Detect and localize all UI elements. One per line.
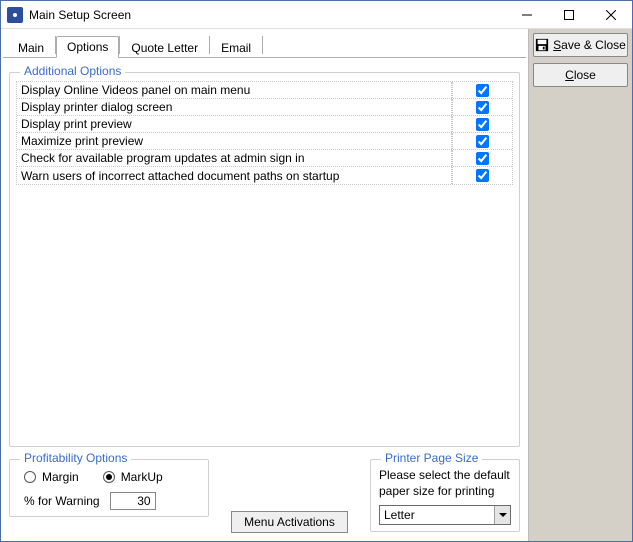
center-button-wrap: Menu Activations xyxy=(213,451,366,533)
radio-markup-dot xyxy=(103,471,115,483)
option-checkbox-warn-paths[interactable] xyxy=(476,169,489,182)
maximize-button[interactable] xyxy=(548,1,590,28)
body-area: Main Options Quote Letter Email Addition… xyxy=(1,29,632,541)
warning-row: % for Warning xyxy=(24,492,194,510)
option-label: Maximize print preview xyxy=(17,133,452,149)
title-bar: Main Setup Screen xyxy=(1,1,632,29)
additional-options-group: Additional Options Display Online Videos… xyxy=(9,72,520,447)
radio-margin-dot xyxy=(24,471,36,483)
option-row: Display print preview xyxy=(17,116,512,133)
printer-help-text: Please select the default paper size for… xyxy=(379,468,511,499)
tab-options[interactable]: Options xyxy=(56,36,119,58)
window-title: Main Setup Screen xyxy=(29,8,137,22)
radio-markup-label: MarkUp xyxy=(121,470,163,484)
paper-size-selected: Letter xyxy=(380,508,494,522)
radio-margin[interactable]: Margin xyxy=(24,470,79,484)
profitability-group: Profitability Options Margin MarkUp xyxy=(9,459,209,517)
tab-main-label: Main xyxy=(18,41,44,55)
close-window-button[interactable] xyxy=(590,1,632,28)
left-pane: Main Options Quote Letter Email Addition… xyxy=(1,29,528,541)
option-checkbox-online-videos[interactable] xyxy=(476,84,489,97)
tab-main[interactable]: Main xyxy=(7,37,55,58)
tab-content: Additional Options Display Online Videos… xyxy=(3,57,526,539)
option-label: Warn users of incorrect attached documen… xyxy=(17,167,452,184)
right-panel: Save & Close Close xyxy=(528,29,632,541)
close-button[interactable]: Close xyxy=(533,63,628,87)
tab-options-label: Options xyxy=(67,40,108,54)
tab-quote-letter-label: Quote Letter xyxy=(131,41,198,55)
radio-markup[interactable]: MarkUp xyxy=(103,470,163,484)
option-label: Check for available program updates at a… xyxy=(17,150,452,166)
radio-margin-label: Margin xyxy=(42,470,79,484)
menu-activations-button[interactable]: Menu Activations xyxy=(231,511,348,533)
paper-size-combo[interactable]: Letter xyxy=(379,505,511,525)
option-checkbox-print-preview[interactable] xyxy=(476,118,489,131)
option-checkbox-printer-dialog[interactable] xyxy=(476,101,489,114)
floppy-icon xyxy=(535,38,549,52)
tab-email[interactable]: Email xyxy=(210,37,262,58)
printer-legend: Printer Page Size xyxy=(381,451,482,465)
close-label: Close xyxy=(565,68,596,82)
combo-dropdown-button[interactable] xyxy=(494,506,510,524)
minimize-button[interactable] xyxy=(506,1,548,28)
tab-email-label: Email xyxy=(221,41,251,55)
app-icon xyxy=(7,7,23,23)
main-setup-window: Main Setup Screen Main Options Quote Let… xyxy=(0,0,633,542)
option-row: Maximize print preview xyxy=(17,133,512,150)
warning-percent-input[interactable] xyxy=(110,492,156,510)
warning-label: % for Warning xyxy=(24,494,100,508)
option-row: Check for available program updates at a… xyxy=(17,150,512,167)
window-controls xyxy=(506,1,632,28)
profitability-legend: Profitability Options xyxy=(20,451,131,465)
bottom-area: Profitability Options Margin MarkUp xyxy=(9,451,520,533)
save-close-label: Save & Close xyxy=(553,38,626,52)
additional-options-legend: Additional Options xyxy=(20,64,125,78)
option-checkbox-check-updates[interactable] xyxy=(476,152,489,165)
tab-strip: Main Options Quote Letter Email xyxy=(3,33,526,57)
printer-group: Printer Page Size Please select the defa… xyxy=(370,459,520,532)
option-label: Display Online Videos panel on main menu xyxy=(17,82,452,98)
option-row: Display Online Videos panel on main menu xyxy=(17,82,512,99)
chevron-down-icon xyxy=(499,513,507,517)
additional-options-grid: Display Online Videos panel on main menu… xyxy=(16,81,513,185)
option-row: Display printer dialog screen xyxy=(17,99,512,116)
option-label: Display print preview xyxy=(17,116,452,132)
save-and-close-button[interactable]: Save & Close xyxy=(533,33,628,57)
profitability-radio-row: Margin MarkUp xyxy=(24,470,194,484)
option-checkbox-maximize-preview[interactable] xyxy=(476,135,489,148)
option-label: Display printer dialog screen xyxy=(17,99,452,115)
tab-quote-letter[interactable]: Quote Letter xyxy=(120,37,209,58)
option-row: Warn users of incorrect attached documen… xyxy=(17,167,512,184)
